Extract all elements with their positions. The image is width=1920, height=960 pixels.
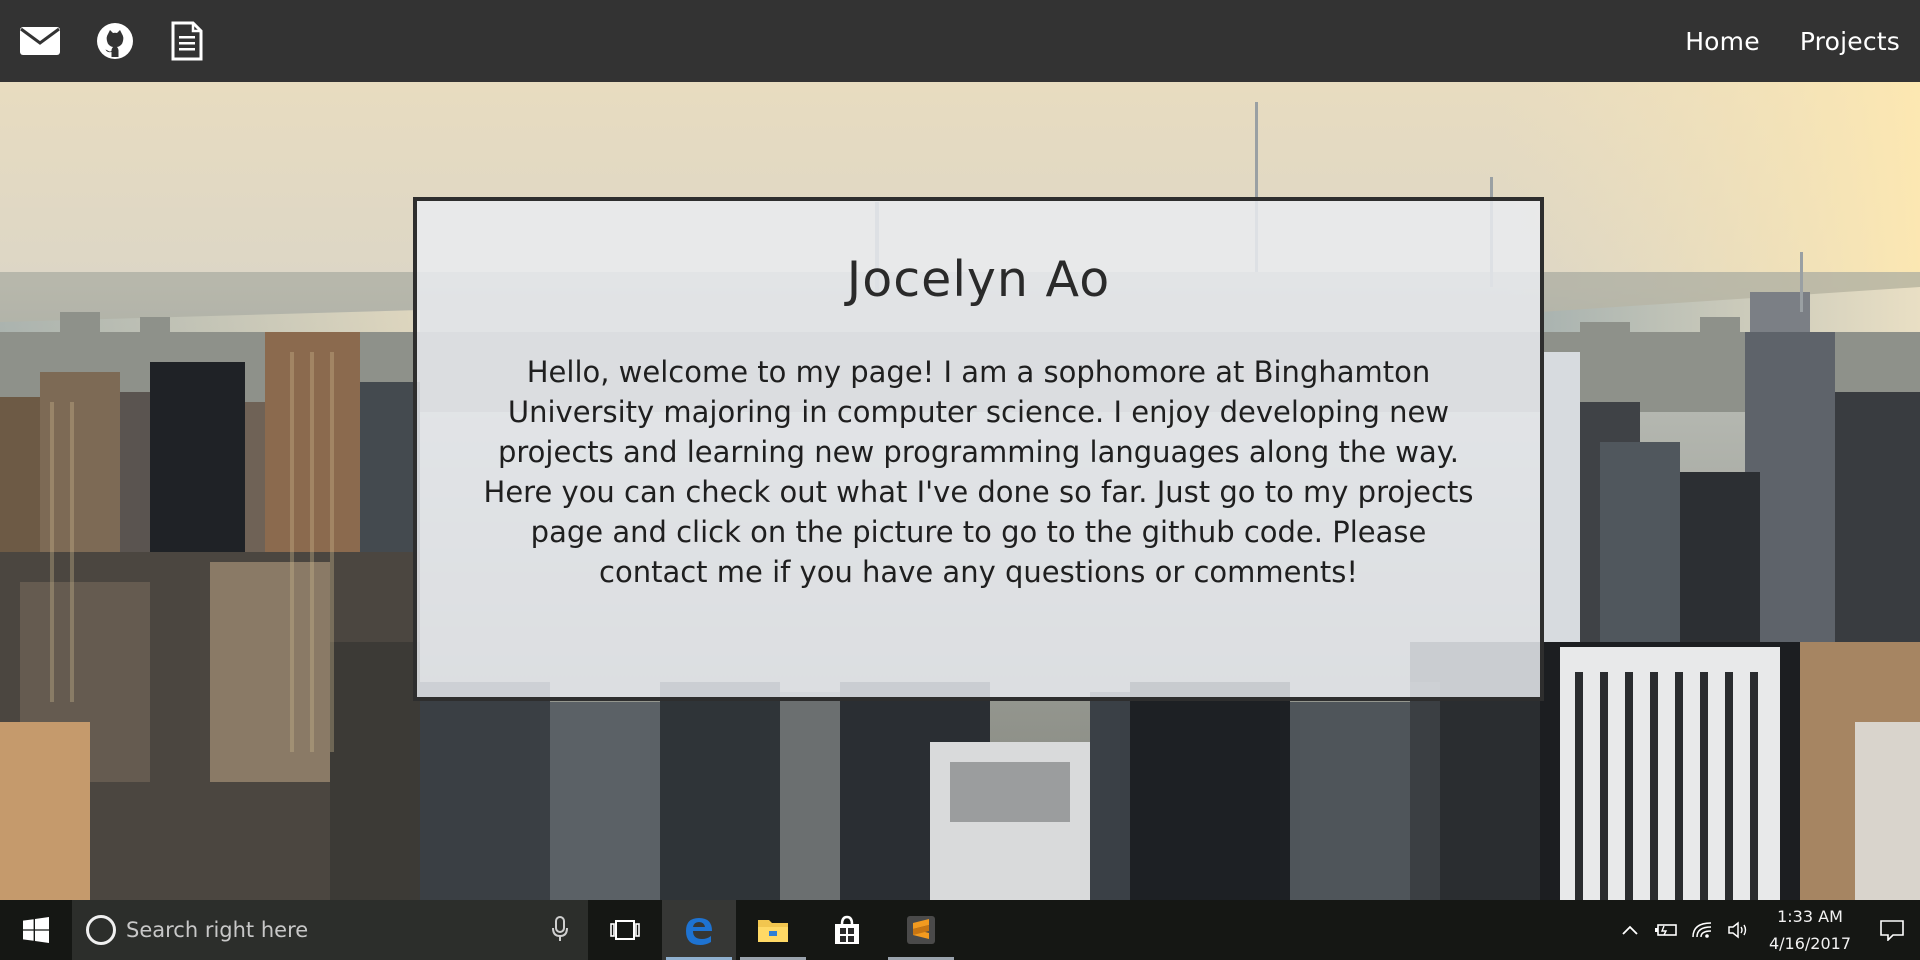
clock-date: 4/16/2017 bbox=[1768, 934, 1852, 953]
sublime-text-icon[interactable] bbox=[884, 900, 958, 960]
notification-center-icon[interactable] bbox=[1864, 900, 1920, 960]
clock-time: 1:33 AM bbox=[1777, 907, 1843, 926]
document-icon[interactable] bbox=[169, 16, 205, 66]
task-view-icon[interactable] bbox=[588, 900, 662, 960]
github-icon[interactable] bbox=[95, 16, 135, 66]
intro-card: Jocelyn Ao Hello, welcome to my page! I … bbox=[413, 197, 1544, 701]
nav-links: Home Projects bbox=[1645, 0, 1920, 82]
intro-paragraph: Hello, welcome to my page! I am a sophom… bbox=[483, 355, 1474, 589]
store-icon[interactable] bbox=[810, 900, 884, 960]
social-icons bbox=[0, 0, 205, 82]
windows-logo-icon bbox=[23, 917, 49, 943]
system-tray: 1:33 AM 4/16/2017 bbox=[1612, 900, 1920, 960]
taskbar-clock[interactable]: 1:33 AM 4/16/2017 bbox=[1760, 903, 1860, 957]
volume-icon[interactable] bbox=[1720, 900, 1756, 960]
mail-icon[interactable] bbox=[18, 16, 62, 66]
chevron-up-icon[interactable] bbox=[1612, 900, 1648, 960]
battery-icon[interactable] bbox=[1648, 900, 1684, 960]
cortana-icon bbox=[86, 915, 116, 945]
nav-link-projects[interactable]: Projects bbox=[1800, 27, 1900, 56]
top-navbar: Home Projects bbox=[0, 0, 1920, 82]
search-box[interactable] bbox=[72, 900, 588, 960]
windows-taskbar: 1:33 AM 4/16/2017 bbox=[0, 900, 1920, 960]
nav-link-home[interactable]: Home bbox=[1685, 27, 1760, 56]
microphone-icon[interactable] bbox=[552, 916, 568, 946]
file-explorer-icon[interactable] bbox=[736, 900, 810, 960]
edge-icon[interactable] bbox=[662, 900, 736, 960]
start-button[interactable] bbox=[0, 900, 72, 960]
search-input[interactable] bbox=[126, 918, 526, 942]
wifi-icon[interactable] bbox=[1684, 900, 1720, 960]
page-title: Jocelyn Ao bbox=[846, 251, 1111, 308]
